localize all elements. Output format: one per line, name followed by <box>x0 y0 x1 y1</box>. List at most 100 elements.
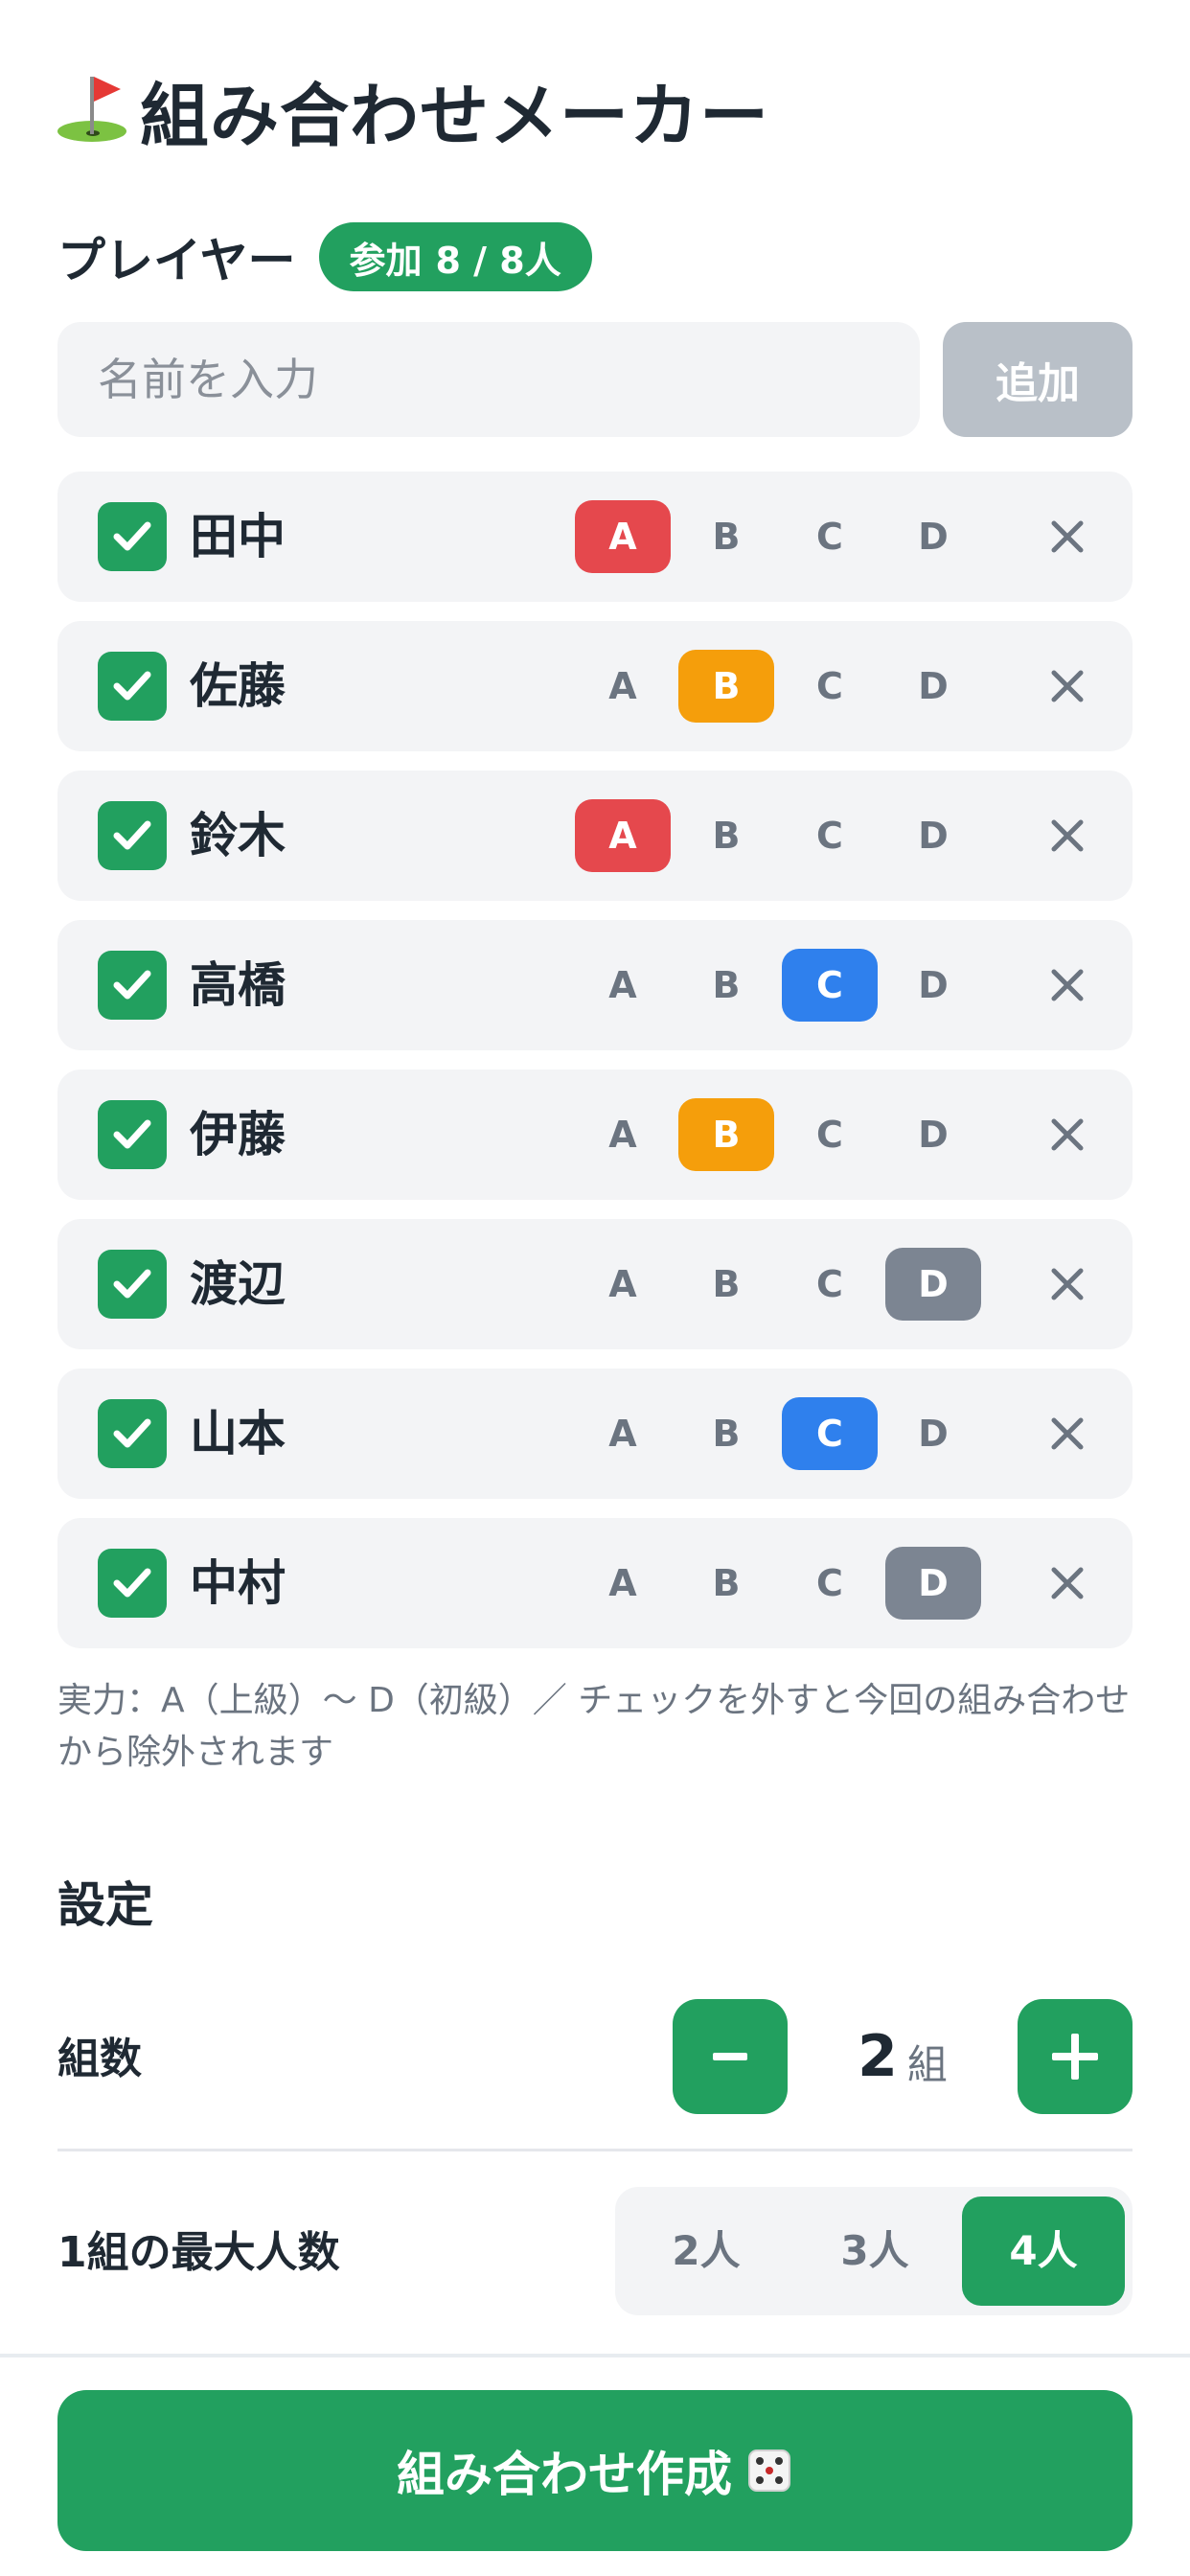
player-checkbox[interactable] <box>98 502 167 571</box>
player-checkbox[interactable] <box>98 1549 167 1618</box>
level-option-a[interactable]: A <box>575 1098 671 1171</box>
close-icon <box>1051 819 1084 852</box>
golf-flag-icon <box>57 71 126 148</box>
player-checkbox[interactable] <box>98 801 167 870</box>
level-option-b[interactable]: B <box>678 500 774 573</box>
increase-group-button[interactable] <box>1018 1999 1133 2114</box>
level-option-d[interactable]: D <box>885 1248 981 1321</box>
level-option-d[interactable]: D <box>885 500 981 573</box>
player-checkbox[interactable] <box>98 1250 167 1319</box>
level-option-c[interactable]: C <box>782 949 878 1022</box>
player-checkbox[interactable] <box>98 1100 167 1169</box>
remove-player-button[interactable] <box>1044 1261 1090 1307</box>
level-option-a[interactable]: A <box>575 1397 671 1470</box>
check-icon <box>113 521 151 551</box>
level-option-a[interactable]: A <box>575 1547 671 1620</box>
player-name-input[interactable] <box>57 322 920 437</box>
check-icon <box>113 1568 151 1598</box>
minus-icon <box>713 2053 747 2060</box>
level-option-b[interactable]: B <box>678 1397 774 1470</box>
group-count-number: 2 <box>858 2023 898 2090</box>
player-checkbox[interactable] <box>98 652 167 721</box>
level-option-b[interactable]: B <box>678 1098 774 1171</box>
level-option-b[interactable]: B <box>678 1547 774 1620</box>
remove-player-button[interactable] <box>1044 813 1090 859</box>
level-selector: ABCD <box>575 1248 989 1321</box>
player-row: 田中 A B C D <box>57 472 1133 602</box>
level-option-d[interactable]: D <box>885 650 981 723</box>
add-player-button[interactable]: 追加 <box>943 322 1133 437</box>
level-option-b[interactable]: B <box>678 650 774 723</box>
player-row: 鈴木 A B C D <box>57 770 1133 901</box>
close-icon <box>1051 1268 1084 1300</box>
remove-player-button[interactable] <box>1044 1411 1090 1457</box>
level-option-a[interactable]: A <box>575 1248 671 1321</box>
level-option-d[interactable]: D <box>885 1397 981 1470</box>
level-option-d[interactable]: D <box>885 1547 981 1620</box>
level-selector: ABCD <box>575 500 989 573</box>
level-option-b[interactable]: B <box>678 1248 774 1321</box>
group-count-unit: 組 <box>906 2040 948 2088</box>
dice-icon <box>748 2450 790 2492</box>
level-option-d[interactable]: D <box>885 949 981 1022</box>
remove-player-button[interactable] <box>1044 1560 1090 1606</box>
level-option-a[interactable]: A <box>575 650 671 723</box>
player-name: 伊藤 <box>190 1107 286 1162</box>
remove-player-button[interactable] <box>1044 514 1090 560</box>
max-per-group-label: 1組の最大人数 <box>57 2228 340 2277</box>
create-groups-button[interactable]: 組み合わせ作成 <box>57 2390 1133 2551</box>
settings-divider <box>57 2149 1133 2151</box>
check-icon <box>113 1269 151 1299</box>
level-option-d[interactable]: D <box>885 799 981 872</box>
check-icon <box>113 820 151 850</box>
remove-player-button[interactable] <box>1044 663 1090 709</box>
max-option-4[interactable]: 4人 <box>962 2196 1125 2306</box>
max-option-3[interactable]: 3人 <box>793 2196 956 2306</box>
remove-player-button[interactable] <box>1044 1112 1090 1158</box>
player-name: 山本 <box>190 1406 286 1461</box>
player-row: 中村 A B C D <box>57 1518 1133 1648</box>
level-option-a[interactable]: A <box>575 949 671 1022</box>
group-count-value: 2 組 <box>788 1999 1018 2114</box>
level-option-a[interactable]: A <box>575 799 671 872</box>
level-selector: ABCD <box>575 650 989 723</box>
max-option-2[interactable]: 2人 <box>625 2196 788 2306</box>
player-checkbox[interactable] <box>98 1399 167 1468</box>
player-row: 伊藤 A B C D <box>57 1070 1133 1200</box>
close-icon <box>1051 1118 1084 1151</box>
page-title: 組み合わせメーカー <box>140 75 770 156</box>
player-row: 佐藤 A B C D <box>57 621 1133 751</box>
level-option-c[interactable]: C <box>782 500 878 573</box>
player-name: 高橋 <box>190 957 286 1013</box>
level-option-b[interactable]: B <box>678 799 774 872</box>
max-per-group-selector: 2人 3人 4人 <box>615 2187 1133 2315</box>
close-icon <box>1051 1417 1084 1450</box>
badge-count: 8 / 8人 <box>435 239 561 282</box>
player-name: 佐藤 <box>190 658 286 714</box>
level-option-a[interactable]: A <box>575 500 671 573</box>
player-checkbox[interactable] <box>98 951 167 1020</box>
level-option-d[interactable]: D <box>885 1098 981 1171</box>
participant-count-badge: 参加 8 / 8人 <box>318 222 592 291</box>
decrease-group-button[interactable] <box>673 1999 788 2114</box>
level-option-b[interactable]: B <box>678 949 774 1022</box>
check-icon <box>113 1418 151 1448</box>
level-selector: ABCD <box>575 1547 989 1620</box>
level-selector: ABCD <box>575 1098 989 1171</box>
level-hint-text: 実力：A（上級）〜 D（初級）／ チェックを外すと今回の組み合わせから除外されま… <box>57 1681 1131 1772</box>
player-list: 田中 A B C D 佐藤 A B C D 鈴木 A B C D 高橋 A B C D 伊藤 A B C D 渡辺 A B C D 山本 A B… <box>57 472 1133 1668</box>
close-icon <box>1051 969 1084 1001</box>
level-option-c[interactable]: C <box>782 650 878 723</box>
level-option-c[interactable]: C <box>782 1248 878 1321</box>
remove-player-button[interactable] <box>1044 962 1090 1008</box>
level-option-c[interactable]: C <box>782 1397 878 1470</box>
level-selector: ABCD <box>575 799 989 872</box>
settings-title: 設定 <box>57 1877 153 1933</box>
level-option-c[interactable]: C <box>782 1098 878 1171</box>
level-option-c[interactable]: C <box>782 1547 878 1620</box>
level-selector: ABCD <box>575 949 989 1022</box>
badge-label: 参加 <box>349 239 423 282</box>
close-icon <box>1051 1567 1084 1599</box>
check-icon <box>113 970 151 1000</box>
level-option-c[interactable]: C <box>782 799 878 872</box>
